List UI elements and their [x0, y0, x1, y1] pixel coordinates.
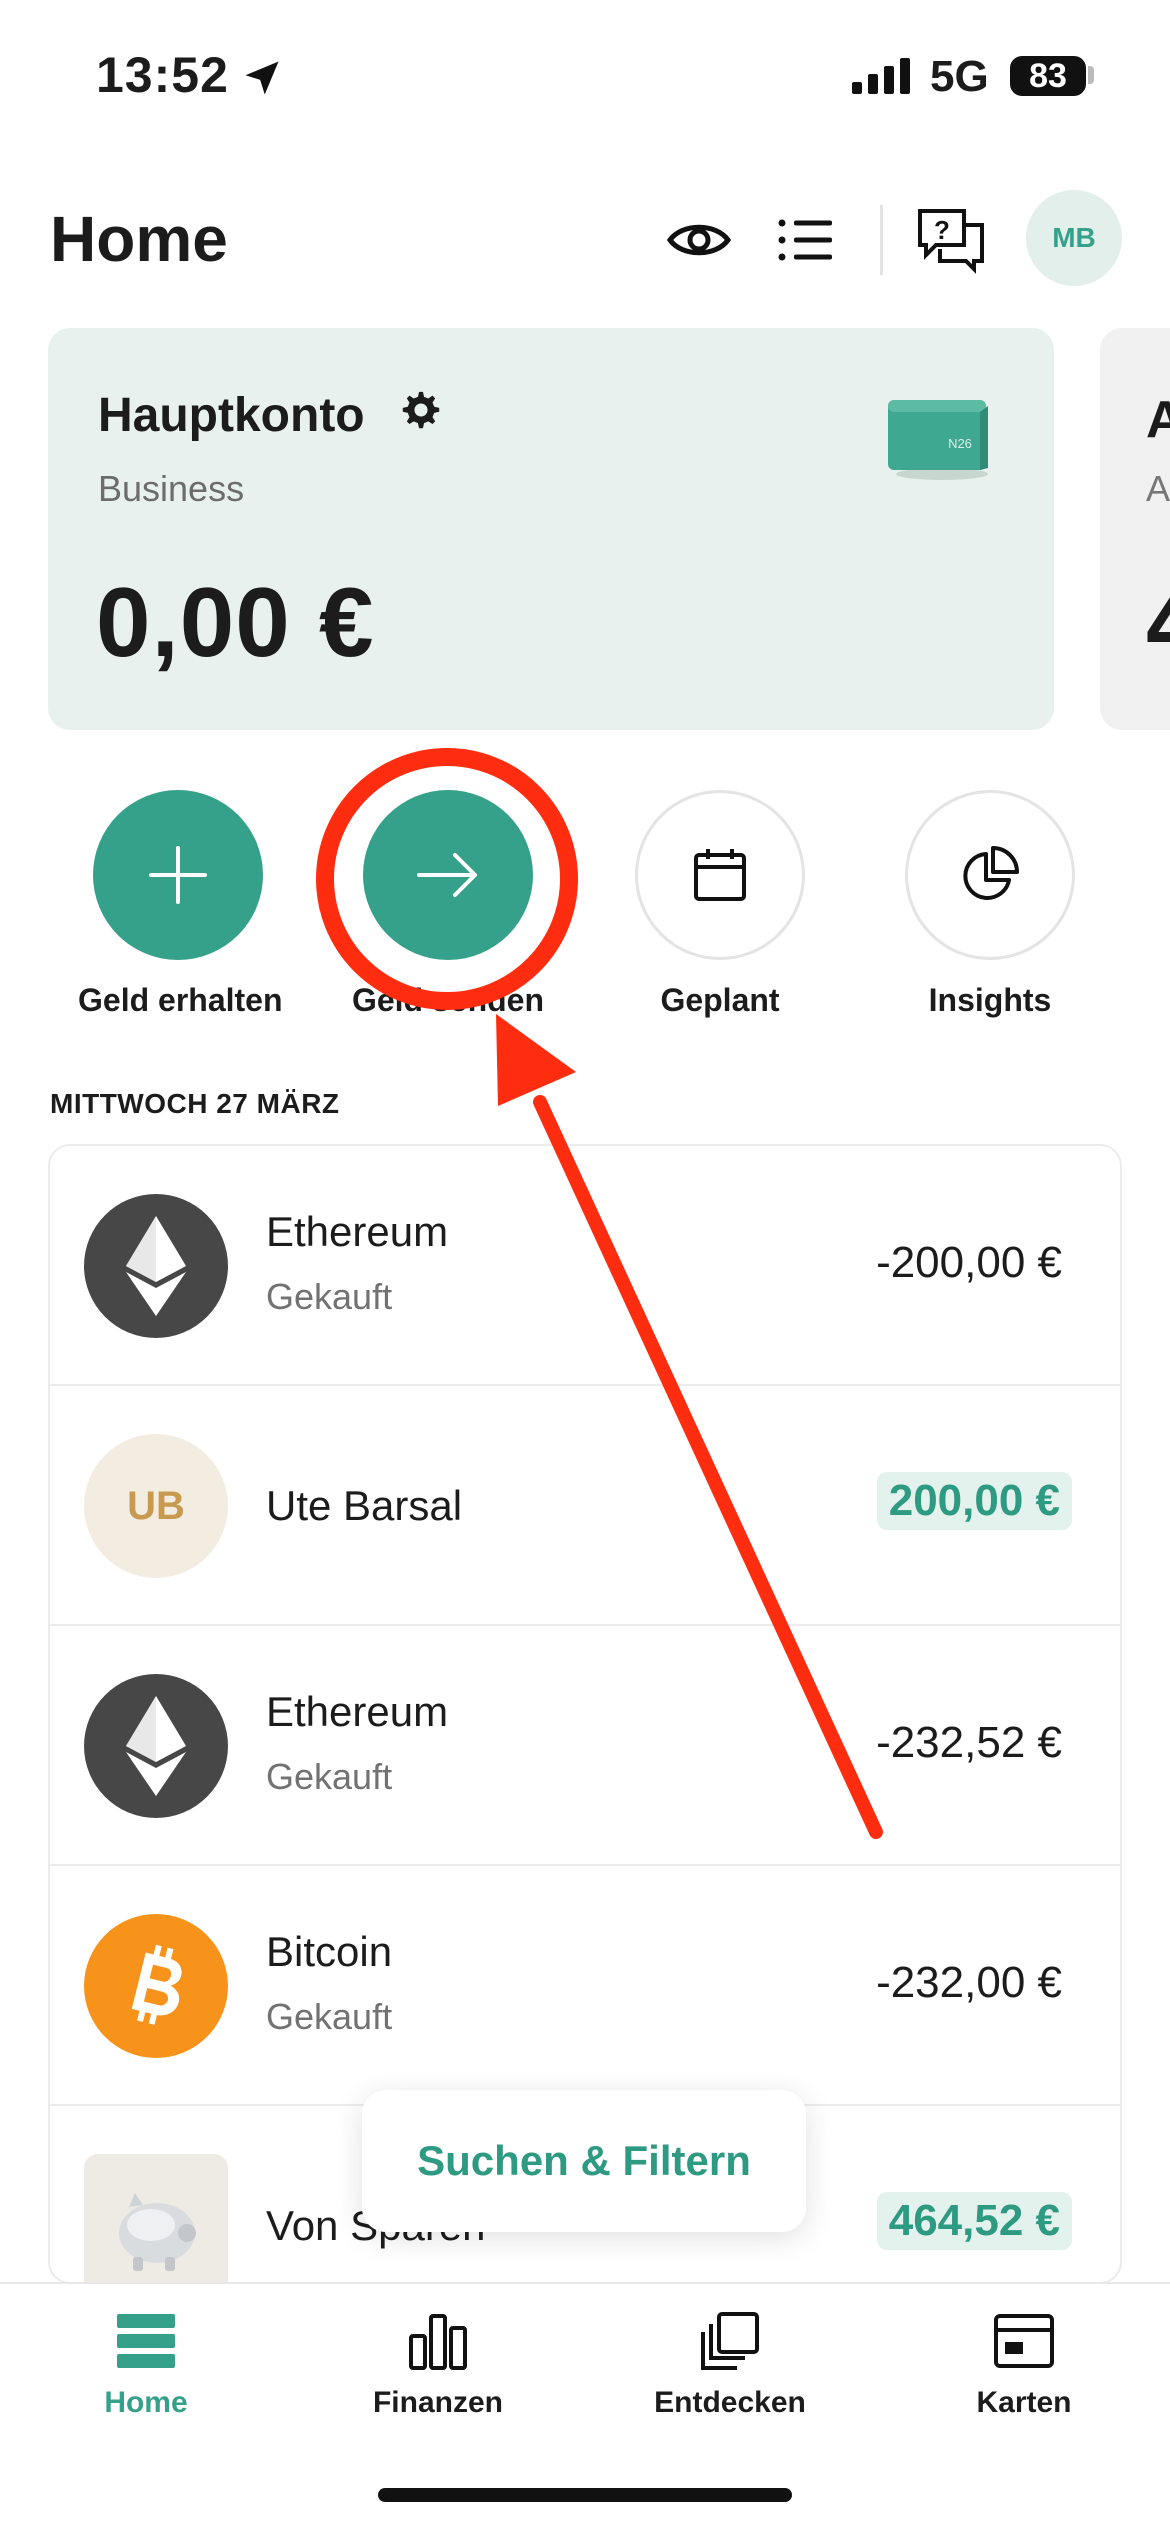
status-bar: 13:52 5G 83	[0, 0, 1170, 150]
transaction-amount: -200,00 €	[876, 1238, 1062, 1287]
transaction-subtitle: Gekauft	[266, 1756, 393, 1797]
nav-cards[interactable]: Karten	[914, 2310, 1134, 2420]
scheduled-label: Geplant	[660, 982, 780, 1018]
transaction-title: Ute Barsal	[266, 1482, 463, 1529]
ethereum-icon	[84, 1674, 228, 1818]
transaction-subtitle: Gekauft	[266, 1996, 393, 2037]
header-divider	[880, 205, 883, 275]
account-card[interactable]: Hauptkonto Business 0,00 € N26	[48, 328, 1054, 730]
next-account-balance: 4	[1146, 566, 1170, 679]
battery-tip	[1088, 66, 1094, 84]
transaction-amount: -232,00 €	[876, 1958, 1062, 2007]
transaction-amount: -232,52 €	[876, 1718, 1062, 1767]
wallet-icon: N26	[888, 400, 988, 480]
transaction-amount: 200,00 €	[876, 1472, 1072, 1530]
transaction-row[interactable]: Ethereum Gekauft -200,00 €	[50, 1146, 1120, 1386]
insights-label: Insights	[928, 982, 1052, 1018]
plus-icon	[149, 846, 207, 904]
pie-chart-icon	[963, 846, 1019, 900]
gear-icon[interactable]	[398, 388, 444, 434]
transaction-title: Ethereum	[266, 1208, 449, 1255]
card-icon	[994, 2314, 1054, 2368]
date-heading: MITTWOCH 27 MÄRZ	[50, 1088, 340, 1119]
insights-button[interactable]	[905, 790, 1075, 960]
svg-text:?: ?	[934, 215, 950, 245]
help-chat-icon[interactable]: ?	[916, 205, 986, 275]
search-filter-button[interactable]: Suchen & Filtern	[362, 2090, 806, 2232]
calendar-icon	[694, 849, 746, 901]
nav-discover-label: Entdecken	[654, 2386, 806, 2419]
transaction-row[interactable]: Bitcoin Gekauft -232,00 €	[50, 1866, 1120, 2106]
bitcoin-icon	[84, 1914, 228, 2058]
transaction-row[interactable]: Ethereum Gekauft -232,52 €	[50, 1626, 1120, 1866]
ethereum-icon	[84, 1194, 228, 1338]
scheduled-action[interactable]: Geplant	[620, 790, 820, 1019]
nav-discover[interactable]: Entdecken	[620, 2310, 840, 2420]
scheduled-button[interactable]	[635, 790, 805, 960]
contact-avatar: UB	[84, 1434, 228, 1578]
bar-chart-icon	[409, 2314, 467, 2370]
transaction-title: Ethereum	[266, 1688, 449, 1735]
wallet-mark: N26	[948, 436, 972, 451]
nav-cards-label: Karten	[976, 2386, 1072, 2419]
nav-home[interactable]: Home	[36, 2310, 256, 2420]
list-icon[interactable]	[770, 205, 840, 275]
eye-icon[interactable]	[664, 205, 734, 275]
piggy-bank-icon	[84, 2154, 228, 2282]
transaction-subtitle: Gekauft	[266, 1276, 393, 1317]
transaction-row[interactable]: UB Ute Barsal 200,00 €	[50, 1386, 1120, 1626]
profile-avatar[interactable]: MB	[1026, 190, 1122, 286]
home-icon	[117, 2314, 175, 2368]
account-type: Business	[98, 468, 245, 509]
network-type: 5G	[930, 52, 989, 101]
page-title: Home	[50, 203, 228, 275]
battery-icon: 83	[1010, 56, 1086, 96]
nav-home-label: Home	[104, 2386, 188, 2419]
account-name: Hauptkonto	[98, 389, 365, 442]
home-indicator	[378, 2488, 792, 2502]
receive-money-label: Geld erhalten	[78, 982, 283, 1018]
receive-money-button[interactable]	[93, 790, 263, 960]
status-time: 13:52	[96, 47, 229, 103]
cards-stack-icon	[701, 2312, 759, 2370]
next-account-card[interactable]: A A 4	[1100, 328, 1170, 730]
next-account-name: A	[1146, 391, 1170, 449]
insights-action[interactable]: Insights	[890, 790, 1090, 1019]
battery-level: 83	[1029, 57, 1067, 95]
cellular-signal-icon	[852, 58, 910, 94]
nav-finances-label: Finanzen	[372, 2386, 503, 2419]
account-balance: 0,00 €	[96, 567, 375, 677]
receive-money-action[interactable]: Geld erhalten	[78, 790, 283, 1019]
annotation-circle	[316, 748, 578, 1010]
next-account-type: A	[1146, 468, 1170, 509]
nav-finances[interactable]: Finanzen	[328, 2310, 548, 2420]
transaction-amount: 464,52 €	[876, 2192, 1072, 2250]
transaction-title: Bitcoin	[266, 1928, 393, 1975]
location-arrow-icon	[245, 61, 279, 95]
